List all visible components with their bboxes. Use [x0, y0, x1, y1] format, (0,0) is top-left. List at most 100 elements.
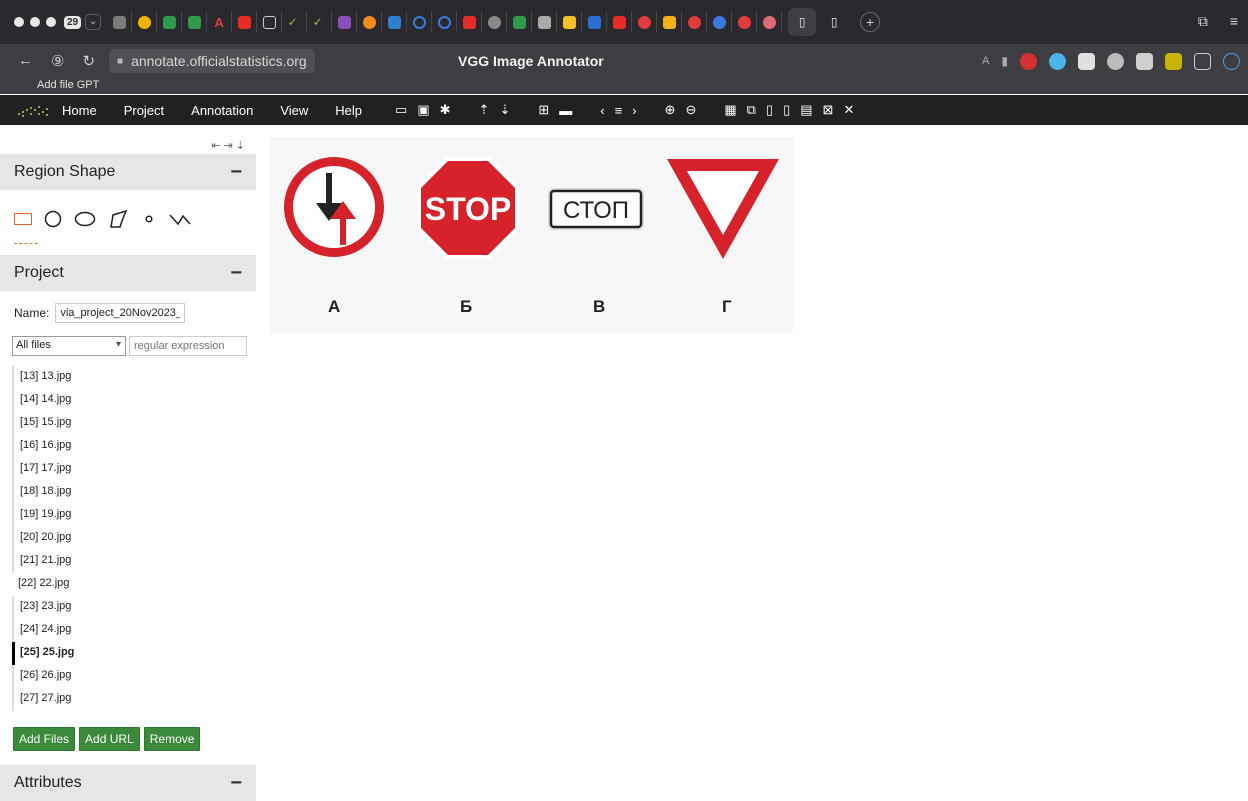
remove-button[interactable]: Remove [143, 727, 201, 751]
collapse-minus-icon[interactable]: − [230, 772, 242, 795]
close-window-icon[interactable] [14, 17, 24, 27]
reader-extension-icon[interactable] [1078, 52, 1095, 70]
paste-n-icon[interactable]: ▯ [783, 102, 790, 118]
active-tab[interactable]: ▯ [788, 8, 817, 36]
zoom-window-icon[interactable] [46, 17, 56, 27]
file-list-item[interactable]: [15] 15.jpg [12, 412, 242, 435]
add-url-button[interactable]: Add URL [79, 727, 140, 751]
window-controls[interactable] [14, 17, 56, 27]
file-list-item[interactable]: [20] 20.jpg [12, 527, 242, 550]
grid-view-icon[interactable]: ⊞ [538, 102, 549, 118]
file-list-item[interactable]: [14] 14.jpg [12, 389, 242, 412]
shield-icon[interactable]: ⑨ [51, 52, 64, 70]
file-list-item[interactable]: [17] 17.jpg [12, 458, 242, 481]
pinned-tab[interactable] [707, 11, 733, 33]
file-list-item-current[interactable]: [25] 25.jpg [12, 642, 242, 665]
pinned-tab[interactable] [757, 11, 783, 33]
pinned-tab[interactable] [557, 11, 583, 33]
menu-project[interactable]: Project [124, 103, 164, 118]
export-icon[interactable]: ⇣ [499, 102, 510, 118]
chat-extension-icon[interactable] [1049, 52, 1066, 70]
next-image-icon[interactable]: › [632, 103, 636, 118]
menu-help[interactable]: Help [335, 103, 362, 118]
pinned-tab[interactable]: ✓ [282, 11, 308, 33]
list-icon[interactable]: ≡ [615, 103, 623, 118]
pinned-tab[interactable] [732, 11, 758, 33]
pinned-tab[interactable] [632, 11, 658, 33]
regex-filter-input[interactable] [129, 336, 247, 356]
file-list-item[interactable]: [16] 16.jpg [12, 435, 242, 458]
annotation-canvas[interactable]: STOP СТОП А Б В Г [270, 137, 793, 333]
region-shape-header[interactable]: Region Shape − [0, 154, 256, 190]
pinned-tab[interactable] [457, 11, 483, 33]
file-list-item[interactable]: [24] 24.jpg [12, 619, 242, 642]
add-files-button[interactable]: Add Files [13, 727, 76, 751]
url-field[interactable]: ■ annotate.officialstatistics.org [109, 49, 315, 73]
pinned-tab[interactable] [682, 11, 708, 33]
pinned-tab[interactable] [132, 11, 158, 33]
coupon-icon[interactable] [1165, 52, 1182, 70]
pinned-tab[interactable] [582, 11, 608, 33]
prev-image-icon[interactable]: ‹ [600, 103, 604, 118]
pinned-tab[interactable] [507, 11, 533, 33]
copy-icon[interactable]: ⧉ [747, 102, 756, 118]
attributes-header[interactable]: Attributes − [0, 765, 256, 801]
pinned-tab[interactable] [482, 11, 508, 33]
paste-icon[interactable]: ▯ [766, 102, 773, 118]
project-header[interactable]: Project − [0, 255, 256, 291]
pinned-tab[interactable] [257, 11, 283, 33]
delete-region-icon[interactable]: ⊠ [823, 102, 834, 118]
back-arrow-icon[interactable]: ← [18, 52, 33, 70]
pinned-tab[interactable]: A [207, 11, 233, 33]
rectangle-shape-icon[interactable] [14, 213, 32, 225]
menu-icon[interactable]: ≡ [1230, 13, 1238, 30]
bookmark-item[interactable]: Add file GPT [37, 79, 99, 91]
pinned-tab[interactable] [382, 11, 408, 33]
file-list-item[interactable]: [22] 22.jpg [12, 573, 242, 596]
file-list-item[interactable]: [23] 23.jpg [12, 596, 242, 619]
file-list-item[interactable]: [27] 27.jpg [12, 688, 242, 711]
reload-icon[interactable]: ↻ [82, 52, 95, 70]
tab-count-badge[interactable]: 29 [64, 15, 82, 29]
pinned-tab[interactable] [532, 11, 558, 33]
close-icon[interactable]: ✕ [843, 102, 854, 118]
pinned-tab[interactable] [607, 11, 633, 33]
paste-multi-icon[interactable]: ▤ [800, 102, 812, 118]
file-filter-select[interactable]: All files [12, 336, 126, 356]
tab[interactable]: ▯ [820, 8, 848, 36]
file-list-item[interactable]: [26] 26.jpg [12, 665, 242, 688]
project-name-input[interactable] [55, 303, 186, 323]
image-view-icon[interactable]: ▬ [559, 103, 572, 118]
polyline-shape-icon[interactable] [168, 211, 192, 227]
menu-home[interactable]: Home [62, 103, 97, 118]
pinned-tab[interactable] [657, 11, 683, 33]
open-folder-icon[interactable]: ▭ [395, 102, 407, 118]
pinned-tab[interactable] [432, 11, 458, 33]
tab-list-chevron-icon[interactable]: ⌄ [85, 14, 102, 30]
collapse-minus-icon[interactable]: − [230, 161, 242, 184]
settings-gear-icon[interactable]: ✱ [440, 102, 451, 118]
download-icon[interactable] [1223, 52, 1240, 70]
new-tab-plus-icon[interactable]: + [860, 12, 881, 32]
menu-view[interactable]: View [280, 103, 308, 118]
pinned-tab[interactable] [182, 11, 208, 33]
pinned-tab[interactable] [157, 11, 183, 33]
polygon-shape-icon[interactable] [108, 209, 130, 229]
pinned-tab[interactable]: ✓ [307, 11, 333, 33]
ellipse-shape-icon[interactable] [74, 211, 96, 227]
pinned-tab[interactable] [107, 11, 133, 33]
vpn-globe-icon[interactable] [1107, 52, 1124, 70]
pinned-tab[interactable] [332, 11, 358, 33]
pinned-tab[interactable] [232, 11, 258, 33]
zoom-in-icon[interactable]: ⊕ [665, 102, 676, 118]
import-icon[interactable]: ⇡ [479, 102, 490, 118]
pinned-tab[interactable] [357, 11, 383, 33]
wallet-icon[interactable] [1136, 52, 1153, 70]
file-list-item[interactable]: [21] 21.jpg [12, 550, 242, 573]
pinned-tab[interactable] [407, 11, 433, 33]
select-all-icon[interactable]: ▦ [724, 102, 736, 118]
minimize-window-icon[interactable] [30, 17, 40, 27]
bookmark-icon[interactable]: ▮ [1001, 54, 1008, 68]
circle-shape-icon[interactable] [44, 210, 62, 228]
menu-annotation[interactable]: Annotation [191, 103, 253, 118]
